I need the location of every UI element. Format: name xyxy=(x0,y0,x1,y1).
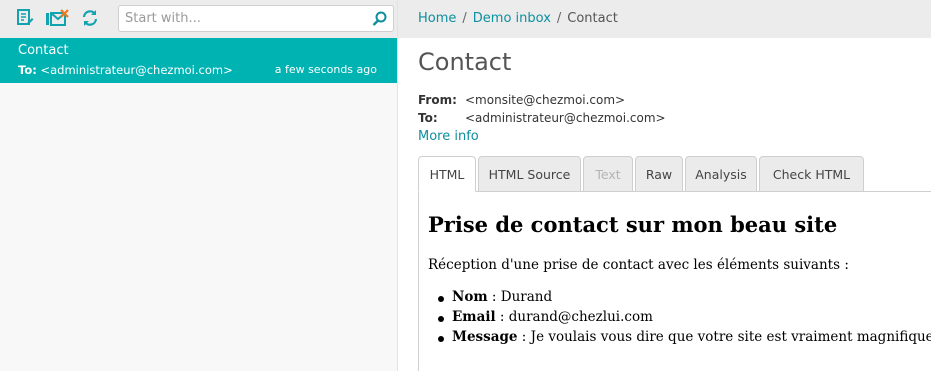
field-label: Nom xyxy=(452,289,488,305)
field-label: Email xyxy=(452,309,496,325)
field-value: durand@chezlui.com xyxy=(508,309,653,325)
email-heading: Prise de contact sur mon beau site xyxy=(428,212,838,237)
message-view-panel: Home / Demo inbox / Contact Contact From: <mo… xyxy=(398,0,931,371)
breadcrumb-separator: / xyxy=(462,11,467,26)
breadcrumb-inbox[interactable]: Demo inbox xyxy=(473,11,551,26)
field-separator: : xyxy=(495,309,509,325)
message-list-panel: Contact To: <administrateur@chezmoi.com>… xyxy=(0,0,398,371)
to-address: <administrateur@chezmoi.com> xyxy=(465,111,666,125)
message-list-item[interactable]: Contact To: <administrateur@chezmoi.com>… xyxy=(0,38,397,83)
field-separator: : xyxy=(517,329,531,345)
breadcrumb: Home / Demo inbox / Contact xyxy=(398,0,931,38)
email-intro: Réception d'une prise de contact avec le… xyxy=(428,257,849,273)
tab-analysis[interactable]: Analysis xyxy=(685,156,757,192)
to-label: To: xyxy=(418,111,438,125)
list-item: Message : Je voulais vous dire que votre… xyxy=(438,329,931,349)
refresh-icon[interactable] xyxy=(79,7,101,29)
html-preview-frame: Prise de contact sur mon beau site Récep… xyxy=(418,192,931,371)
field-value: Je voulais vous dire que votre site est … xyxy=(530,329,931,345)
from-label: From: xyxy=(418,93,457,107)
search-input[interactable] xyxy=(119,6,364,31)
message-subject: Contact xyxy=(18,43,69,58)
list-toolbar xyxy=(0,0,397,38)
recipient-address: <administrateur@chezmoi.com> xyxy=(40,63,233,77)
mark-read-delete-icon[interactable] xyxy=(44,7,70,29)
message-title: Contact xyxy=(418,48,512,76)
list-item: Nom : Durand xyxy=(438,289,931,309)
breadcrumb-current: Contact xyxy=(567,11,618,26)
list-item: Email : durand@chezlui.com xyxy=(438,309,931,329)
tab-raw[interactable]: Raw xyxy=(635,156,683,192)
tab-html-source[interactable]: HTML Source xyxy=(478,156,581,192)
field-label: Message xyxy=(452,329,518,345)
message-recipient: To: <administrateur@chezmoi.com> xyxy=(18,63,233,77)
from-address: <monsite@chezmoi.com> xyxy=(465,93,626,107)
from-row: From: <monsite@chezmoi.com> xyxy=(418,93,625,107)
breadcrumb-separator: / xyxy=(556,11,562,26)
recipient-label: To: xyxy=(18,63,37,77)
email-field-list: Nom : Durand Email : durand@chezlui.com … xyxy=(428,289,931,349)
tab-html[interactable]: HTML xyxy=(418,156,476,192)
tab-text: Text xyxy=(583,156,633,192)
search-box xyxy=(118,5,394,32)
message-time: a few seconds ago xyxy=(274,63,377,76)
field-value: Durand xyxy=(500,289,553,305)
to-row: To: <administrateur@chezmoi.com> xyxy=(418,111,666,125)
search-icon[interactable] xyxy=(371,10,389,28)
view-tabs: HTML HTML Source Text Raw Analysis Check… xyxy=(418,156,931,192)
breadcrumb-home[interactable]: Home xyxy=(418,11,456,26)
more-info-link[interactable]: More info xyxy=(418,129,479,144)
tab-check-html[interactable]: Check HTML xyxy=(759,156,864,192)
email-body: Prise de contact sur mon beau site Récep… xyxy=(419,192,931,349)
field-separator: : xyxy=(487,289,501,305)
compose-icon[interactable] xyxy=(14,7,36,29)
